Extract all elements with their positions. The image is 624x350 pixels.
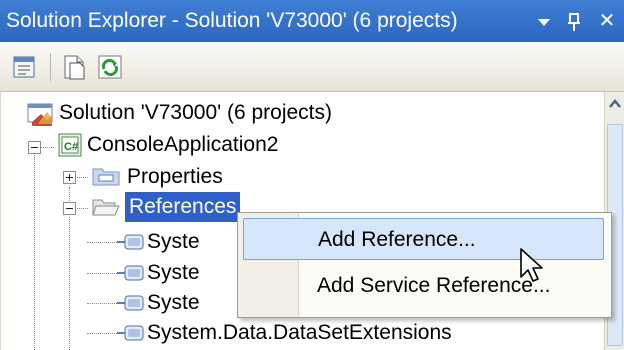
tree-item-solution[interactable]: Solution 'V73000' (6 projects) — [59, 98, 332, 128]
properties-icon — [13, 56, 35, 78]
show-all-files-icon — [64, 55, 85, 80]
tree-connector-line — [87, 242, 117, 243]
properties-folder-icon — [92, 168, 120, 186]
collapse-references-toggle[interactable] — [63, 202, 76, 215]
dropdown-arrow-icon — [538, 18, 550, 26]
solution-icon — [27, 103, 53, 126]
tree-connector-line — [87, 303, 117, 304]
toolbar-separator — [50, 53, 51, 81]
tree-item-project[interactable]: ConsoleApplication2 — [87, 130, 278, 160]
minus-icon — [31, 147, 38, 148]
context-menu: Add Reference... Add Service Reference..… — [237, 212, 612, 318]
window-title: Solution Explorer - Solution 'V73000' (6… — [6, 9, 458, 32]
assembly-reference-icon — [117, 295, 144, 311]
tree-item-reference[interactable]: Syste — [147, 258, 200, 288]
scroll-up-arrow-icon[interactable] — [607, 96, 623, 112]
refresh-button[interactable] — [96, 53, 124, 81]
auto-hide-pin-button[interactable] — [561, 0, 587, 42]
assembly-reference-icon — [117, 325, 144, 341]
show-all-files-button[interactable] — [60, 53, 88, 81]
tree-connector-line — [74, 177, 88, 178]
tree-item-properties[interactable]: Properties — [127, 162, 223, 192]
reference-label: System.Data.DataSetExtensions — [147, 321, 452, 344]
tree-item-reference[interactable]: Syste — [147, 288, 200, 318]
menu-item-add-service-reference[interactable]: Add Service Reference... — [243, 265, 604, 307]
tree-connector-line — [40, 147, 54, 148]
mouse-pointer-icon — [520, 248, 543, 282]
tree-connector-line — [69, 187, 70, 201]
assembly-reference-icon — [117, 234, 144, 250]
solution-explorer-toolbar — [0, 42, 624, 92]
refresh-icon — [98, 55, 122, 79]
solution-label: Solution 'V73000' (6 projects) — [59, 101, 333, 124]
menu-item-label: Add Service Reference... — [317, 274, 551, 297]
references-label: References — [129, 195, 237, 218]
assembly-reference-icon — [117, 265, 144, 281]
properties-label: Properties — [127, 165, 223, 188]
tree-connector-line — [74, 208, 88, 209]
tree-item-reference[interactable]: System.Data.DataSetExtensions — [147, 318, 452, 348]
plus-icon-stem — [69, 174, 70, 181]
collapse-project-toggle[interactable] — [28, 141, 41, 154]
menu-item-label: Add Reference... — [318, 228, 476, 251]
csharp-project-icon: C# — [58, 133, 82, 157]
tree-connector-line — [87, 273, 117, 274]
tree-item-references[interactable]: References — [125, 192, 241, 222]
reference-label: Syste — [147, 261, 200, 284]
reference-label: Syste — [147, 230, 200, 253]
tree-connector-line — [87, 333, 117, 334]
minus-icon — [66, 208, 73, 209]
pin-icon — [568, 12, 580, 31]
expand-properties-toggle[interactable] — [63, 171, 76, 184]
tree-connector-line — [34, 149, 35, 350]
properties-button[interactable] — [10, 53, 38, 81]
close-button[interactable]: ✕ — [594, 0, 620, 42]
close-icon: ✕ — [598, 10, 616, 32]
project-label: ConsoleApplication2 — [87, 133, 279, 156]
reference-label: Syste — [147, 291, 200, 314]
menu-item-add-reference[interactable]: Add Reference... — [243, 218, 604, 260]
title-bar: Solution Explorer - Solution 'V73000' (6… — [0, 0, 624, 42]
window-position-dropdown-button[interactable] — [531, 0, 557, 42]
tree-item-reference[interactable]: Syste — [147, 227, 200, 257]
tree-connector-line — [69, 217, 70, 350]
open-folder-icon — [92, 199, 120, 216]
svg-text:C#: C# — [64, 141, 78, 153]
